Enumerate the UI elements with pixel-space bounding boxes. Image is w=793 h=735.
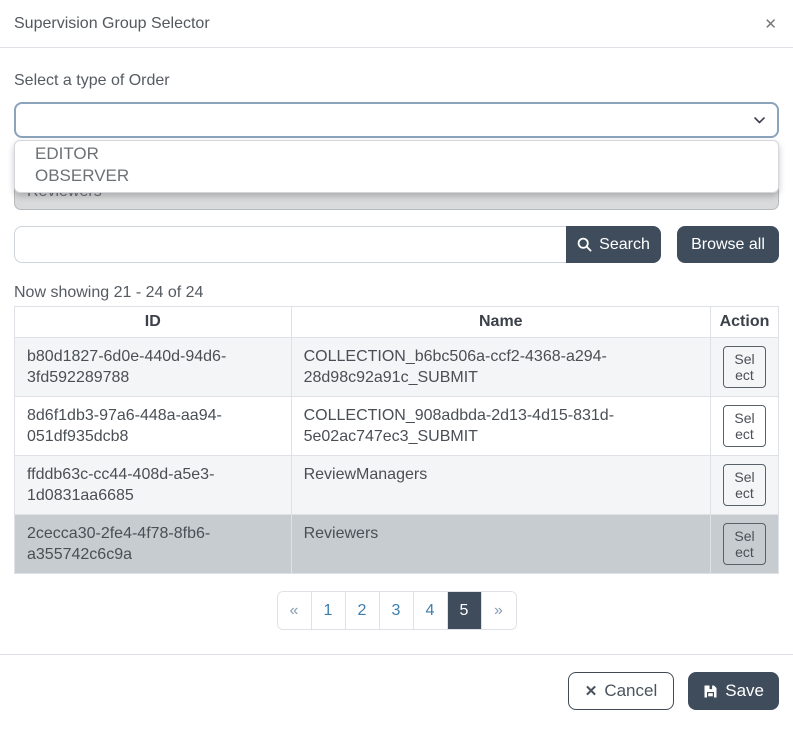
select-row-button[interactable]: Select <box>723 405 766 447</box>
order-type-select[interactable] <box>14 102 779 138</box>
order-type-label: Select a type of Order <box>14 72 779 90</box>
select-row-button[interactable]: Select <box>723 523 766 565</box>
close-icon[interactable]: ✕ <box>764 17 777 32</box>
order-type-select-wrap: EDITOR OBSERVER Reviewers <box>14 102 779 210</box>
select-row-button[interactable]: Select <box>723 346 766 388</box>
modal-header: Supervision Group Selector ✕ <box>0 0 793 48</box>
supervision-group-selector-modal: Supervision Group Selector ✕ Select a ty… <box>0 0 793 735</box>
pagination: « 1 2 3 4 5 » <box>277 591 517 630</box>
cancel-x-icon: ✕ <box>585 682 598 700</box>
search-row: Search Browse all <box>14 226 779 263</box>
browse-all-button[interactable]: Browse all <box>677 226 779 263</box>
save-button[interactable]: Save <box>688 672 779 710</box>
row-name: ReviewManagers <box>291 456 710 515</box>
table-row: ffddb63c-cc44-408d-a5e3-1d0831aa6685 Rev… <box>15 456 779 515</box>
pagination-page-3[interactable]: 3 <box>380 592 414 629</box>
column-header-action: Action <box>710 307 778 338</box>
search-input[interactable] <box>14 226 566 263</box>
modal-footer: ✕ Cancel Save <box>0 654 793 735</box>
chevron-down-icon <box>754 117 765 124</box>
row-id: 2cecca30-2fe4-4f78-8fb6-a355742c6c9a <box>15 515 292 574</box>
column-header-id: ID <box>15 307 292 338</box>
results-table: ID Name Action b80d1827-6d0e-440d-94d6-3… <box>14 306 779 574</box>
table-row: b80d1827-6d0e-440d-94d6-3fd592289788 COL… <box>15 338 779 397</box>
table-header-row: ID Name Action <box>15 307 779 338</box>
option-editor[interactable]: EDITOR <box>15 143 778 165</box>
pagination-page-2[interactable]: 2 <box>346 592 380 629</box>
cancel-button[interactable]: ✕ Cancel <box>568 672 675 710</box>
search-button[interactable]: Search <box>566 226 661 263</box>
modal-title: Supervision Group Selector <box>14 15 210 33</box>
row-name: Reviewers <box>291 515 710 574</box>
pagination-page-5-active[interactable]: 5 <box>448 592 482 629</box>
pagination-prev[interactable]: « <box>278 592 312 629</box>
row-id: 8d6f1db3-97a6-448a-aa94-051df935dcb8 <box>15 397 292 456</box>
row-id: b80d1827-6d0e-440d-94d6-3fd592289788 <box>15 338 292 397</box>
results-summary: Now showing 21 - 24 of 24 <box>14 284 779 302</box>
pagination-wrap: « 1 2 3 4 5 » <box>14 591 779 630</box>
save-button-label: Save <box>725 681 764 701</box>
row-name: COLLECTION_b6bc506a-ccf2-4368-a294-28d98… <box>291 338 710 397</box>
browse-all-label: Browse all <box>691 236 765 254</box>
modal-body: Select a type of Order EDITOR OBSERVER R… <box>0 48 793 638</box>
table-row: 8d6f1db3-97a6-448a-aa94-051df935dcb8 COL… <box>15 397 779 456</box>
select-row-button[interactable]: Select <box>723 464 766 506</box>
row-name: COLLECTION_908adbda-2d13-4d15-831d-5e02a… <box>291 397 710 456</box>
save-icon <box>703 684 718 699</box>
pagination-next[interactable]: » <box>482 592 516 629</box>
table-row-selected: 2cecca30-2fe4-4f78-8fb6-a355742c6c9a Rev… <box>15 515 779 574</box>
pagination-page-1[interactable]: 1 <box>312 592 346 629</box>
row-id: ffddb63c-cc44-408d-a5e3-1d0831aa6685 <box>15 456 292 515</box>
order-type-dropdown: EDITOR OBSERVER <box>14 140 779 193</box>
option-observer[interactable]: OBSERVER <box>15 165 778 187</box>
search-icon <box>577 237 592 252</box>
cancel-button-label: Cancel <box>604 681 657 701</box>
pagination-page-4[interactable]: 4 <box>414 592 448 629</box>
column-header-name: Name <box>291 307 710 338</box>
search-button-label: Search <box>599 236 650 254</box>
